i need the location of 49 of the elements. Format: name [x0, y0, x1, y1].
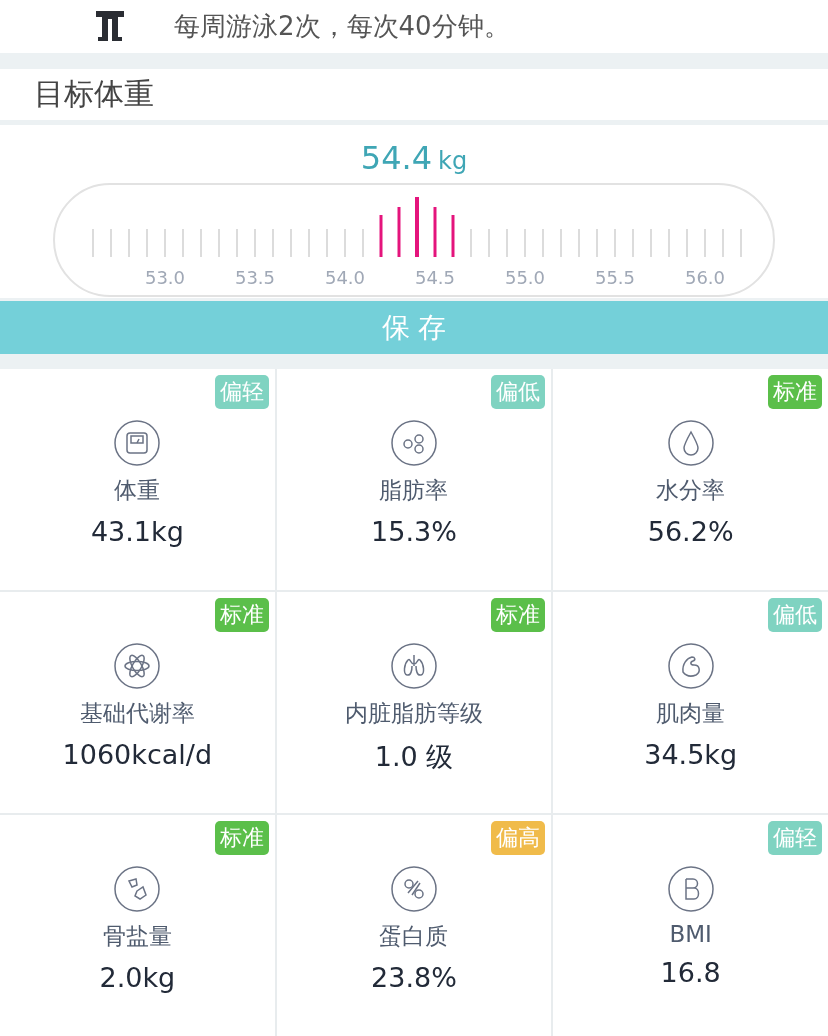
ruler-label: 53.5	[234, 267, 276, 289]
metric-icon	[666, 419, 715, 467]
section-title: 目标体重	[34, 75, 154, 113]
metric-name: 蛋白质	[379, 922, 449, 951]
weight-ruler[interactable]: 53.0 53.5 54.0 54.5 55.0 55.5 56.0	[53, 183, 775, 298]
metric-value: 56.2%	[647, 516, 734, 547]
metric-value: 2.0kg	[99, 962, 176, 993]
metric-name: 水分率	[656, 476, 726, 505]
status-tag: 标准	[214, 821, 269, 855]
ruler-label: 55.0	[504, 267, 546, 289]
metric-name: 体重	[114, 476, 161, 505]
save-button[interactable]: 保 存	[0, 301, 828, 354]
status-tag: 偏低	[768, 598, 822, 632]
status-tag: 标准	[491, 598, 546, 632]
metric-name: 脂肪率	[379, 476, 449, 505]
status-tag: 偏低	[491, 375, 546, 409]
ruler-label: 53.0	[144, 267, 186, 289]
metric-icon	[113, 642, 162, 690]
status-tag: 标准	[214, 598, 269, 632]
metric-icon	[113, 419, 162, 467]
metric-value: 43.1kg	[90, 516, 184, 547]
status-tag: 标准	[768, 375, 822, 409]
weight-value: 54.4	[360, 139, 433, 178]
metric-icon	[390, 419, 438, 467]
metric-value: 1060kcal/d	[62, 739, 213, 770]
ruler-label: 54.0	[324, 267, 366, 289]
metric-name: BMI	[669, 921, 712, 947]
plan-text: 每周游泳2次，每次40分钟。	[174, 9, 510, 43]
metric-name: 内脏脂肪等级	[345, 699, 483, 728]
metric-value: 16.8	[660, 957, 721, 988]
metric-value: 23.8%	[371, 962, 457, 993]
weight-unit: kg	[438, 147, 468, 176]
status-tag: 偏轻	[214, 375, 269, 409]
metric-icon	[390, 865, 438, 913]
metric-icon	[113, 865, 162, 913]
status-tag: 偏轻	[768, 821, 822, 855]
ruler-label: 55.5	[594, 267, 636, 289]
metric-value: 15.3%	[371, 516, 457, 547]
metric-icon	[666, 865, 715, 913]
metric-icon	[390, 642, 438, 690]
metric-name: 骨盐量	[102, 922, 172, 951]
metric-value: 34.5kg	[644, 739, 738, 770]
ruler-label: 56.0	[684, 267, 726, 289]
ruler-label: 54.5	[414, 267, 456, 289]
metric-name: 肌肉量	[656, 699, 726, 728]
metric-icon	[666, 642, 715, 690]
metric-value: 1.0 级	[374, 740, 454, 774]
metric-name: 基础代谢率	[79, 699, 195, 728]
status-tag: 偏高	[491, 821, 546, 855]
